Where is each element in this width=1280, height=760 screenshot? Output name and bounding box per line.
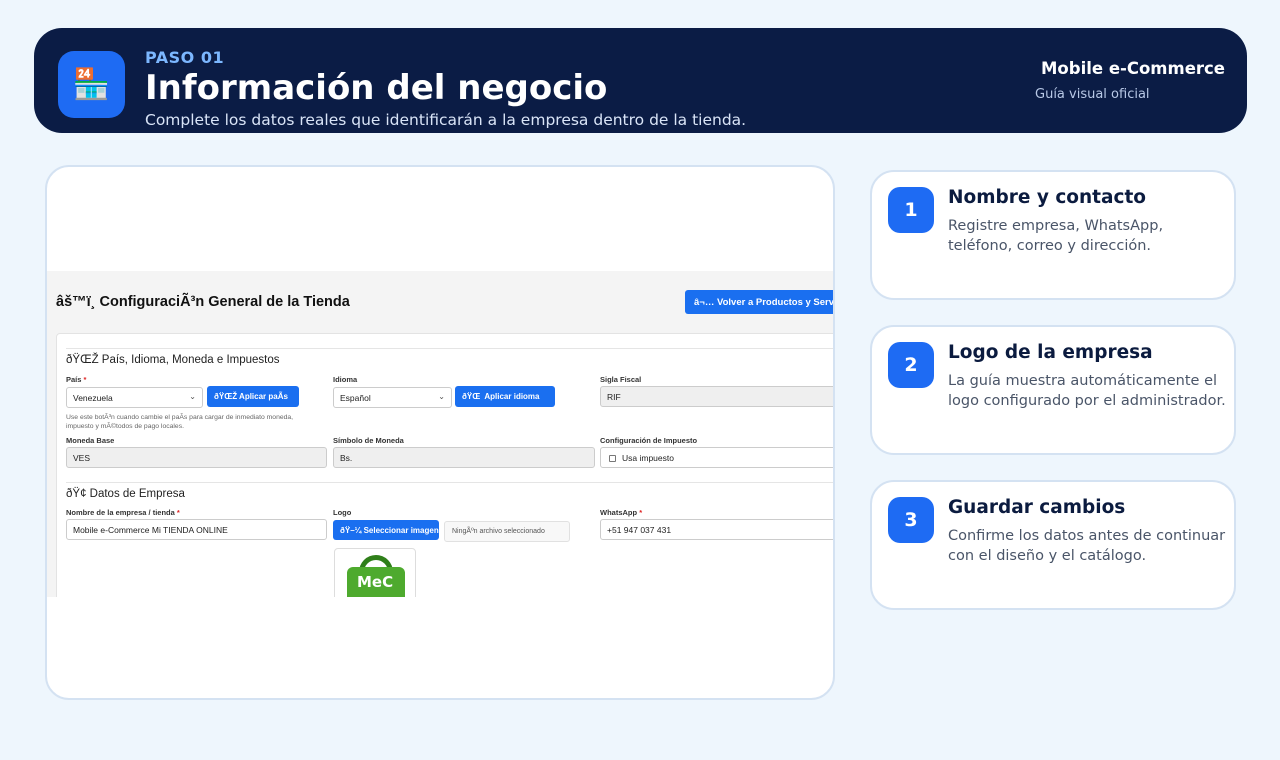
select-image-button[interactable]: ðŸ–¼ Seleccionar imagen bbox=[333, 520, 439, 540]
back-to-products-button[interactable]: â¬… Volver a Productos y Servicios bbox=[685, 290, 833, 314]
divider bbox=[66, 348, 833, 349]
simbolo-label: Símbolo de Moneda bbox=[333, 436, 404, 445]
step-title: Guardar cambios bbox=[948, 497, 1126, 518]
chevron-down-icon: ⌄ bbox=[438, 392, 445, 401]
page-title: Información del negocio bbox=[145, 68, 608, 108]
step-title: Logo de la empresa bbox=[948, 342, 1153, 363]
step-description: La guía muestra automáticamente el logo … bbox=[948, 373, 1226, 409]
impuesto-label: Configuración de Impuesto bbox=[600, 436, 698, 445]
step-description: Registre empresa, WhatsApp, teléfono, co… bbox=[948, 218, 1164, 254]
checkbox-icon[interactable] bbox=[609, 455, 616, 462]
empresa-field[interactable]: Mobile e-Commerce Mi TIENDA ONLINE bbox=[66, 519, 327, 540]
country-help-text: Use este botÃ³n cuando cambie el paÃs pa… bbox=[66, 414, 294, 430]
section-country-title: ðŸŒŽ País, Idioma, Moneda e Impuestos bbox=[66, 354, 280, 366]
step-number-badge: 2 bbox=[888, 342, 934, 388]
apply-language-button[interactable]: ðŸŒ Aplicar idioma bbox=[455, 386, 555, 407]
logo-preview: MeC bbox=[334, 548, 416, 597]
step-number-badge: 1 bbox=[888, 187, 934, 233]
divider bbox=[66, 482, 833, 483]
step-title: Nombre y contacto bbox=[948, 187, 1147, 208]
logo-label: Logo bbox=[333, 508, 352, 517]
whatsapp-field[interactable]: +51 947 037 431 bbox=[600, 519, 833, 540]
step-card-1: 1 Nombre y contacto Registre empresa, Wh… bbox=[870, 170, 1236, 300]
settings-panel: ðŸŒŽ País, Idioma, Moneda e Impuestos Pa… bbox=[56, 333, 833, 597]
simbolo-field[interactable]: Bs. bbox=[333, 447, 595, 468]
step-number-badge: 3 bbox=[888, 497, 934, 543]
step-description: Confirme los datos antes de continuar co… bbox=[948, 528, 1226, 564]
page-subtitle: Complete los datos reales que identifica… bbox=[145, 111, 747, 129]
moneda-label: Moneda Base bbox=[66, 436, 115, 445]
guide-label: Guía visual oficial bbox=[1035, 87, 1150, 102]
idioma-select[interactable]: Español ⌄ bbox=[333, 387, 452, 408]
screenshot-card: âš™ï¸ ConfiguraciÃ³n General de la Tiend… bbox=[45, 165, 835, 700]
empresa-label: Nombre de la empresa / tienda * bbox=[66, 508, 180, 517]
store-icon: 🏪 bbox=[58, 51, 125, 118]
step-label: PASO 01 bbox=[145, 48, 225, 67]
settings-title: âš™ï¸ ConfiguraciÃ³n General de la Tiend… bbox=[56, 294, 350, 310]
section-company-title: ðŸ¢ Datos de Empresa bbox=[66, 488, 185, 500]
sigla-label: Sigla Fiscal bbox=[600, 375, 642, 384]
idioma-label: Idioma bbox=[333, 375, 358, 384]
embedded-settings-screen: âš™ï¸ ConfiguraciÃ³n General de la Tiend… bbox=[47, 271, 833, 597]
chevron-down-icon: ⌄ bbox=[189, 392, 196, 401]
logo-text: MeC bbox=[357, 573, 394, 591]
whatsapp-label: WhatsApp * bbox=[600, 508, 643, 517]
page-header: 🏪 PASO 01 Información del negocio Comple… bbox=[34, 28, 1247, 133]
sigla-field[interactable]: RIF bbox=[600, 386, 833, 407]
pais-label: País * bbox=[66, 375, 87, 384]
pais-select[interactable]: Venezuela ⌄ bbox=[66, 387, 203, 408]
step-card-3: 3 Guardar cambios Confirme los datos ant… bbox=[870, 480, 1236, 610]
no-file-label: NingÃºn archivo seleccionado bbox=[444, 521, 570, 542]
apply-country-button[interactable]: ðŸŒŽ Aplicar paÃs bbox=[207, 386, 299, 407]
moneda-field[interactable]: VES bbox=[66, 447, 327, 468]
step-card-2: 2 Logo de la empresa La guía muestra aut… bbox=[870, 325, 1236, 455]
impuesto-checkbox-field[interactable]: Usa impuesto bbox=[600, 447, 833, 468]
brand-name: Mobile e-Commerce bbox=[1041, 59, 1225, 78]
